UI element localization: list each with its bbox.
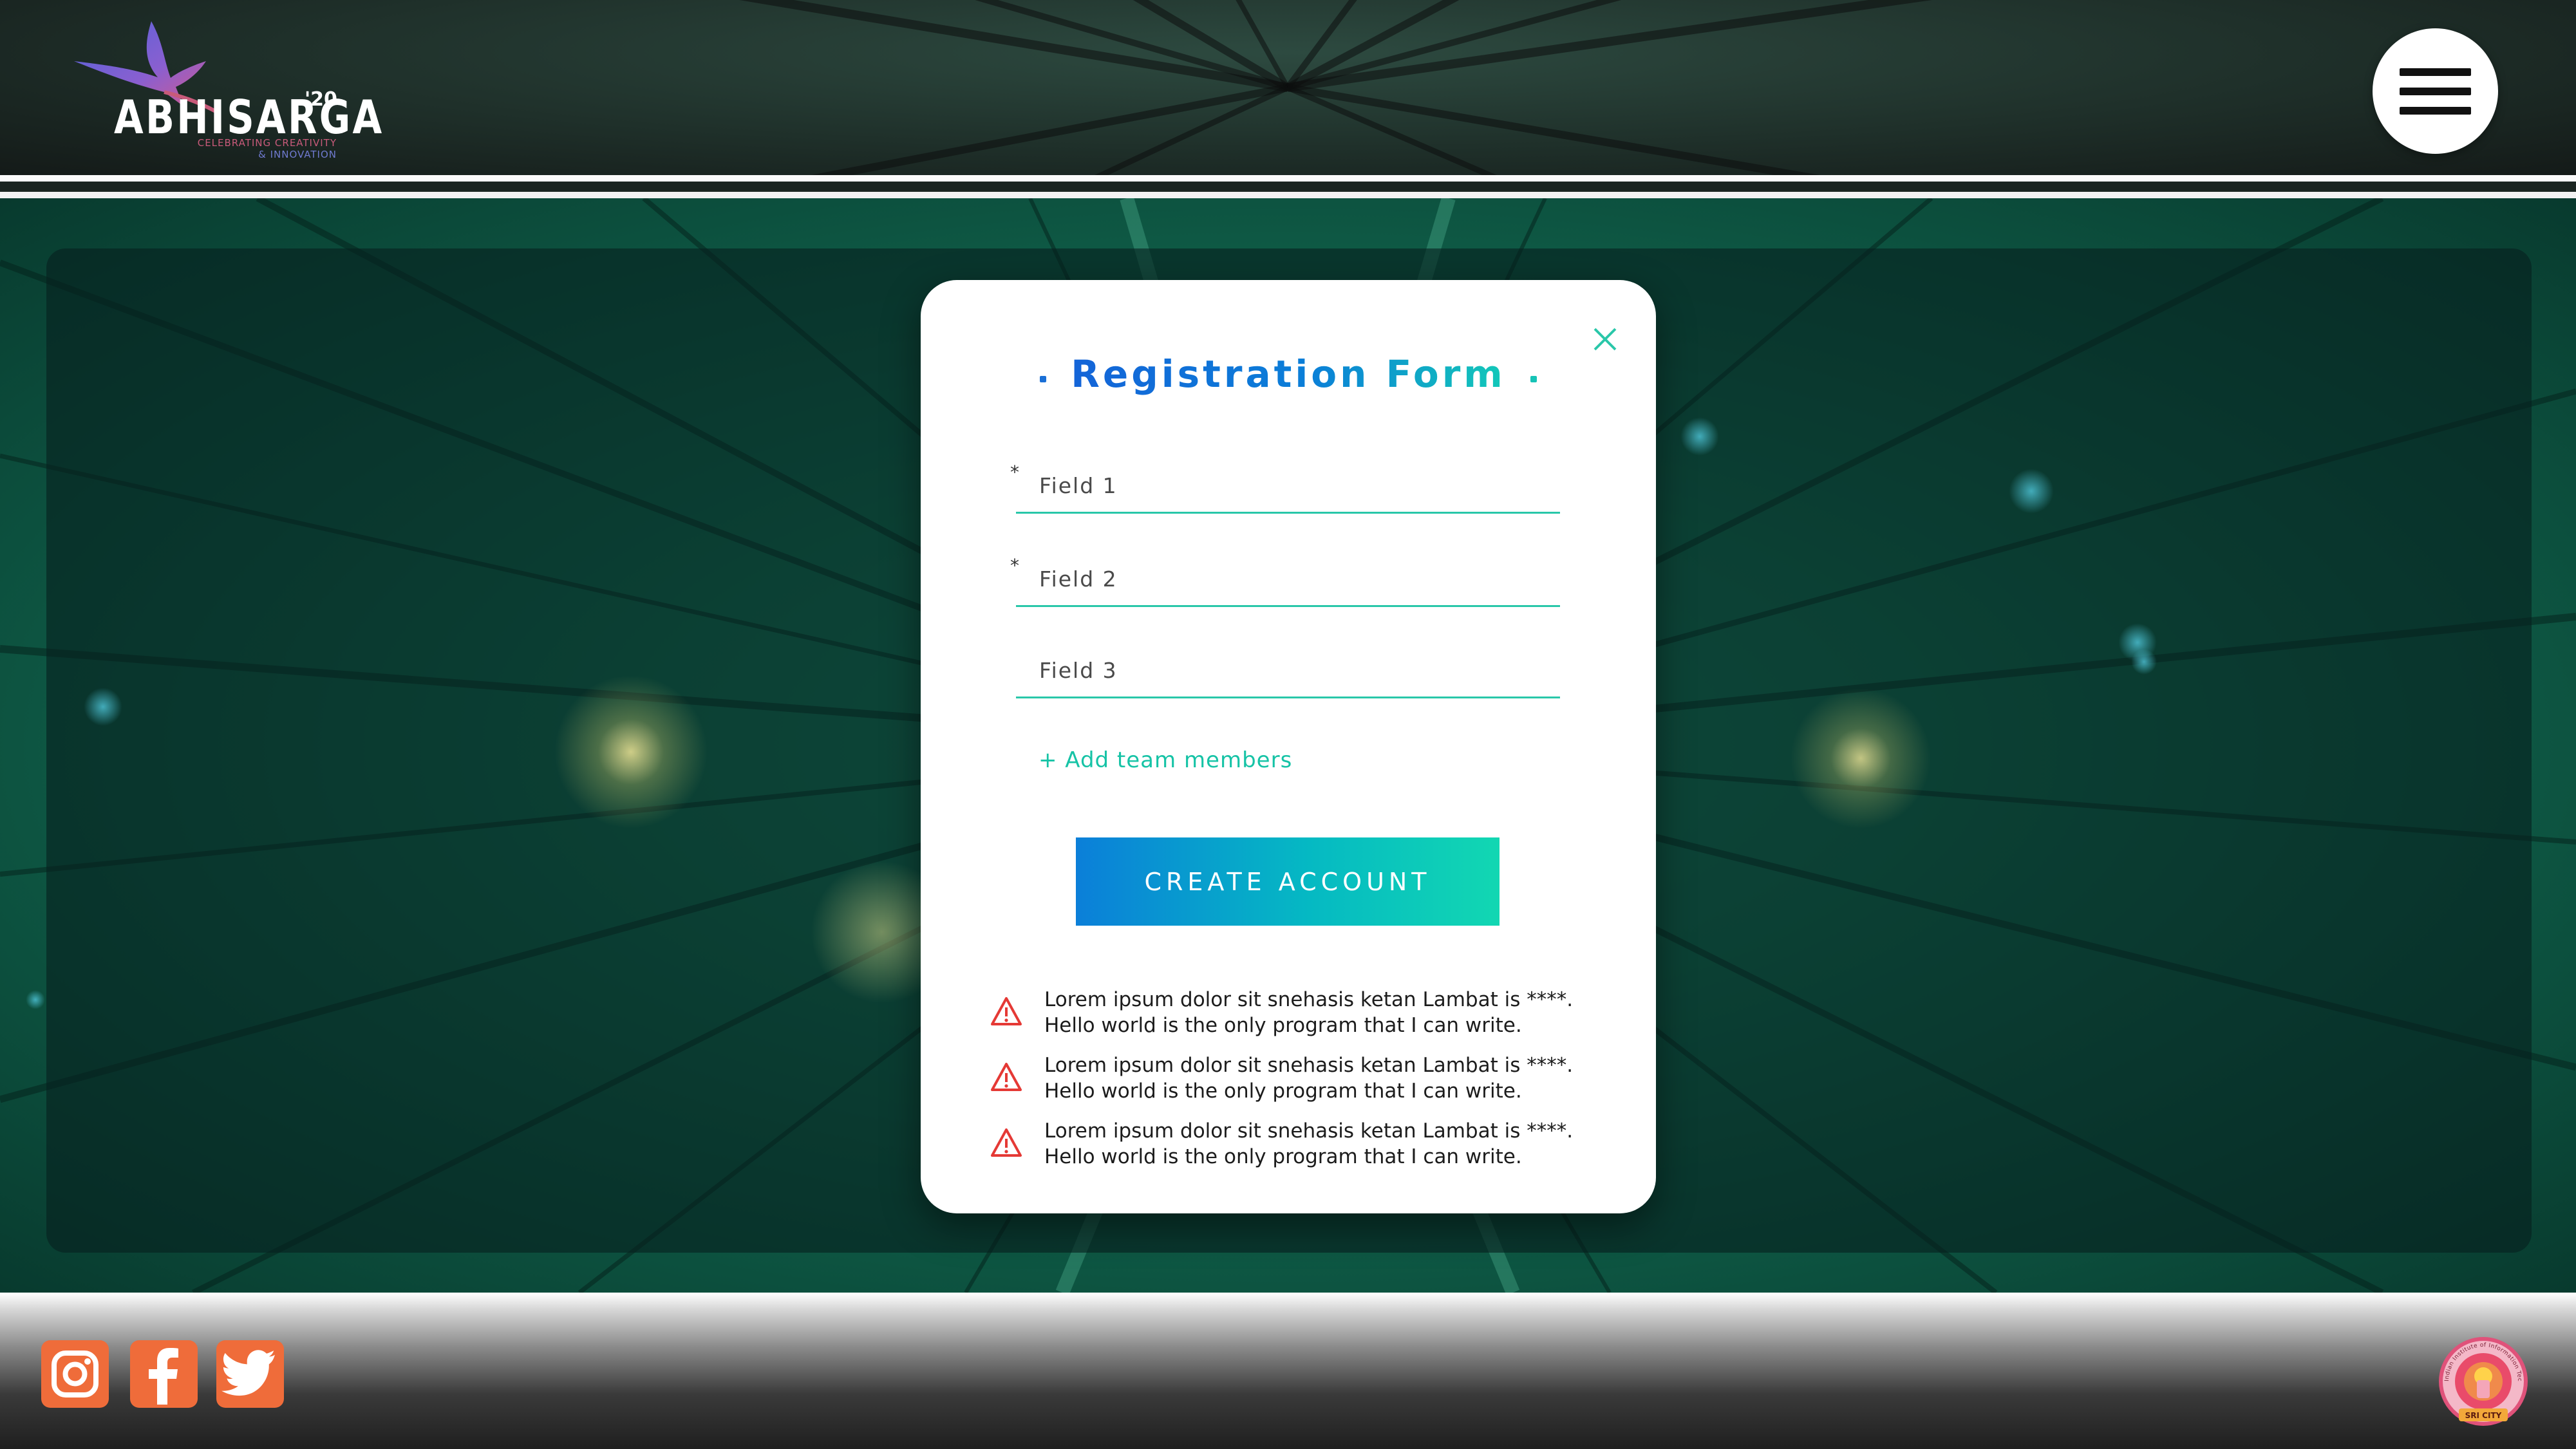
title-dot-icon bbox=[1040, 375, 1047, 382]
modal-title-row: Registration Form bbox=[921, 352, 1656, 396]
field-1-container: * bbox=[1010, 460, 1560, 514]
title-dot-icon bbox=[1530, 375, 1537, 382]
header-ray-background bbox=[739, 0, 1932, 175]
add-team-members-link[interactable]: + Add team members bbox=[1039, 747, 1292, 773]
twitter-icon bbox=[221, 1350, 275, 1396]
validation-alert: Lorem ipsum dolor sit snehasis ketan Lam… bbox=[990, 1118, 1611, 1172]
warning-triangle-icon bbox=[991, 1128, 1022, 1157]
facebook-icon bbox=[149, 1348, 178, 1405]
create-account-button[interactable]: CREATE ACCOUNT bbox=[1076, 837, 1500, 926]
logo-wordmark: ABHISARGA bbox=[114, 90, 384, 144]
alert-line-2: Hello world is the only program that I c… bbox=[1044, 1145, 1522, 1168]
light-spark bbox=[2131, 649, 2157, 675]
field-3-input[interactable] bbox=[1016, 645, 1560, 695]
hamburger-icon-bar bbox=[2400, 107, 2471, 115]
alert-line-1: Lorem ipsum dolor sit snehasis ketan Lam… bbox=[1044, 1119, 1574, 1143]
light-spark bbox=[26, 990, 45, 1009]
logo-year: '20 bbox=[305, 88, 337, 111]
twitter-button[interactable] bbox=[216, 1340, 284, 1408]
light-spark bbox=[2009, 469, 2054, 514]
warning-triangle-icon bbox=[991, 997, 1022, 1025]
alert-line-1: Lorem ipsum dolor sit snehasis ketan Lam… bbox=[1044, 988, 1574, 1011]
header-bar: ABHISARGA '20 CELEBRATING CREATIVITY & I… bbox=[0, 0, 2576, 175]
logo-tagline-line2: & INNOVATION bbox=[258, 149, 337, 160]
alert-line-2: Hello world is the only program that I c… bbox=[1044, 1080, 1522, 1103]
college-seal-logo[interactable]: Indian Institute of Information Technolo… bbox=[2434, 1329, 2531, 1429]
divider-gap bbox=[0, 182, 2576, 192]
warning-triangle-icon bbox=[991, 1063, 1022, 1091]
menu-button[interactable] bbox=[2373, 28, 2498, 154]
field-2-container: * bbox=[1010, 554, 1560, 607]
registration-modal: Registration Form * * + Add team members… bbox=[921, 280, 1656, 1213]
college-seal-icon: Indian Institute of Information Technolo… bbox=[2434, 1329, 2528, 1426]
field-2-input[interactable] bbox=[1016, 554, 1560, 604]
instagram-icon bbox=[52, 1351, 99, 1398]
validation-alert: Lorem ipsum dolor sit snehasis ketan Lam… bbox=[990, 987, 1611, 1041]
alert-line-1: Lorem ipsum dolor sit snehasis ketan Lam… bbox=[1044, 1054, 1574, 1077]
field-1-input[interactable] bbox=[1016, 460, 1560, 510]
light-glow bbox=[1790, 687, 1932, 829]
abhisarga-logo[interactable]: ABHISARGA '20 CELEBRATING CREATIVITY & I… bbox=[68, 16, 382, 164]
validation-alert: Lorem ipsum dolor sit snehasis ketan Lam… bbox=[990, 1052, 1611, 1107]
logo-tagline-line1: CELEBRATING CREATIVITY bbox=[197, 137, 337, 149]
divider-strip bbox=[0, 192, 2576, 198]
field-3-container bbox=[1016, 645, 1560, 698]
footer-bar: Indian Institute of Information Technolo… bbox=[0, 1293, 2576, 1449]
modal-title: Registration Form bbox=[1071, 352, 1506, 396]
alert-text: Lorem ipsum dolor sit snehasis ketan Lam… bbox=[1044, 987, 1611, 1038]
facebook-button[interactable] bbox=[130, 1340, 198, 1408]
instagram-button[interactable] bbox=[41, 1340, 109, 1408]
alert-line-2: Hello world is the only program that I c… bbox=[1044, 1014, 1522, 1037]
divider-strip bbox=[0, 175, 2576, 182]
light-spark bbox=[1680, 417, 1719, 456]
light-glow bbox=[554, 675, 708, 829]
alert-text: Lorem ipsum dolor sit snehasis ketan Lam… bbox=[1044, 1118, 1611, 1170]
seal-banner-text: SRI CITY bbox=[2465, 1411, 2502, 1420]
hamburger-icon bbox=[2400, 68, 2471, 76]
light-spark bbox=[84, 687, 122, 726]
alert-text: Lorem ipsum dolor sit snehasis ketan Lam… bbox=[1044, 1052, 1611, 1104]
hamburger-icon-bar bbox=[2400, 88, 2471, 95]
